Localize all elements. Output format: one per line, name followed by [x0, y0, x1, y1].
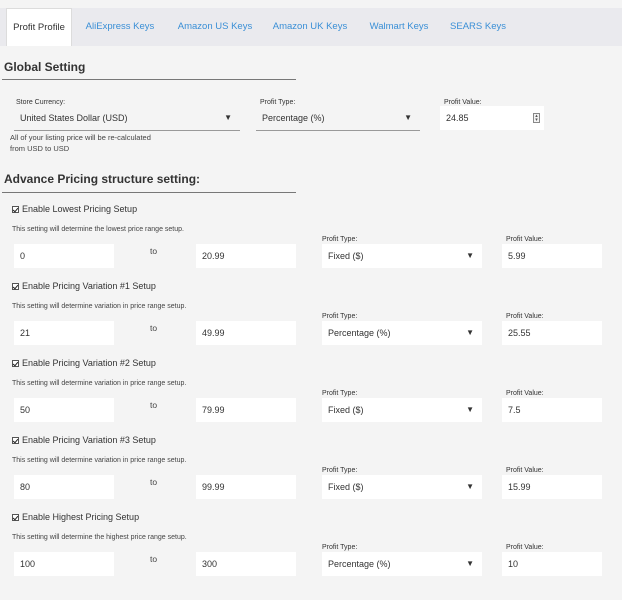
price-to-input[interactable]: 20.99 [196, 244, 296, 268]
price-from-input[interactable]: 0 [14, 244, 114, 268]
to-label: to [150, 477, 158, 487]
global-profit-type-underline [256, 130, 420, 131]
tab-amazon-us-keys[interactable]: Amazon US Keys [172, 8, 258, 46]
price-from-input[interactable]: 21 [14, 321, 114, 345]
checkbox-checked-icon[interactable] [12, 360, 19, 367]
price-from-input[interactable]: 100 [14, 552, 114, 576]
currency-note: All of your listing price will be re-cal… [10, 132, 151, 154]
number-stepper-icon[interactable]: ▴ ▾ [533, 113, 540, 123]
global-profit-type-label: Profit Type: [260, 99, 296, 106]
dropdown-arrow-icon: ▼ [466, 482, 474, 491]
store-currency-value: United States Dollar (USD) [20, 113, 128, 123]
store-currency-select[interactable]: United States Dollar (USD) ▼ [14, 106, 240, 130]
price-to-input[interactable]: 79.99 [196, 398, 296, 422]
global-profit-value-input[interactable]: 24.85 ▴ ▾ [440, 106, 544, 130]
pricing-row-heading: Enable Highest Pricing Setup [22, 512, 140, 522]
row-profit-type-label: Profit Type: [322, 467, 358, 474]
row-profit-type-value: Fixed ($) [328, 405, 364, 415]
row-profit-value-label: Profit Value: [506, 390, 544, 397]
global-profit-value-label: Profit Value: [444, 99, 482, 106]
row-profit-value-input[interactable]: 10 [502, 552, 602, 576]
row-profit-value-input[interactable]: 7.5 [502, 398, 602, 422]
row-profit-type-label: Profit Type: [322, 544, 358, 551]
row-profit-type-value: Fixed ($) [328, 482, 364, 492]
dropdown-arrow-icon: ▼ [224, 113, 232, 122]
currency-note-line1: All of your listing price will be re-cal… [10, 133, 151, 142]
profit-profile-panel: Profit Profile AliExpress Keys Amazon US… [0, 0, 622, 600]
dropdown-arrow-icon: ▼ [404, 113, 412, 122]
price-from-input[interactable]: 50 [14, 398, 114, 422]
global-setting-title: Global Setting [4, 60, 86, 74]
tab-amazon-uk-keys[interactable]: Amazon UK Keys [266, 8, 354, 46]
currency-note-line2: from USD to USD [10, 144, 70, 153]
dropdown-arrow-icon: ▼ [466, 251, 474, 260]
row-profit-type-value: Percentage (%) [328, 328, 391, 338]
price-from-input[interactable]: 80 [14, 475, 114, 499]
checkbox-checked-icon[interactable] [12, 437, 19, 444]
price-to-input[interactable]: 300 [196, 552, 296, 576]
global-profit-type-select[interactable]: Percentage (%) ▼ [256, 106, 420, 130]
tab-profit-profile[interactable]: Profit Profile [6, 8, 72, 46]
tab-walmart-keys[interactable]: Walmart Keys [362, 8, 436, 46]
pricing-row-desc: This setting will determine variation in… [12, 380, 187, 387]
row-profit-value-label: Profit Value: [506, 313, 544, 320]
pricing-row-desc: This setting will determine the lowest p… [12, 226, 184, 233]
row-profit-type-value: Percentage (%) [328, 559, 391, 569]
store-currency-label: Store Currency: [16, 99, 66, 106]
tab-aliexpress-keys[interactable]: AliExpress Keys [80, 8, 160, 46]
tab-sears-keys[interactable]: SEARS Keys [444, 8, 512, 46]
pricing-row-desc: This setting will determine variation in… [12, 457, 187, 464]
checkbox-checked-icon[interactable] [12, 514, 19, 521]
advance-pricing-divider [2, 192, 296, 193]
row-profit-value-label: Profit Value: [506, 467, 544, 474]
price-to-input[interactable]: 99.99 [196, 475, 296, 499]
price-to-input[interactable]: 49.99 [196, 321, 296, 345]
dropdown-arrow-icon: ▼ [466, 328, 474, 337]
pricing-row-checkbox[interactable]: Enable Highest Pricing Setup [12, 512, 139, 522]
pricing-row-heading: Enable Lowest Pricing Setup [22, 204, 138, 214]
row-profit-value-label: Profit Value: [506, 544, 544, 551]
pricing-row-desc: This setting will determine the highest … [12, 534, 187, 541]
to-label: to [150, 554, 158, 564]
dropdown-arrow-icon: ▼ [466, 559, 474, 568]
row-profit-type-select[interactable]: Fixed ($) ▼ [322, 398, 482, 422]
pricing-row-checkbox[interactable]: Enable Pricing Variation #2 Setup [12, 358, 156, 368]
advance-pricing-title: Advance Pricing structure setting: [4, 172, 201, 186]
tab-bar: Profit Profile AliExpress Keys Amazon US… [0, 8, 622, 46]
row-profit-type-label: Profit Type: [322, 313, 358, 320]
store-currency-underline [14, 130, 240, 131]
row-profit-value-input[interactable]: 25.55 [502, 321, 602, 345]
row-profit-value-label: Profit Value: [506, 236, 544, 243]
pricing-row-heading: Enable Pricing Variation #2 Setup [22, 358, 156, 368]
pricing-row-checkbox[interactable]: Enable Pricing Variation #3 Setup [12, 435, 156, 445]
global-setting-divider [2, 79, 296, 80]
pricing-row-heading: Enable Pricing Variation #1 Setup [22, 281, 156, 291]
pricing-row-heading: Enable Pricing Variation #3 Setup [22, 435, 156, 445]
row-profit-type-select[interactable]: Percentage (%) ▼ [322, 552, 482, 576]
pricing-row-checkbox[interactable]: Enable Lowest Pricing Setup [12, 204, 137, 214]
global-profit-type-value: Percentage (%) [262, 113, 325, 123]
to-label: to [150, 400, 158, 410]
to-label: to [150, 323, 158, 333]
row-profit-type-select[interactable]: Fixed ($) ▼ [322, 244, 482, 268]
pricing-row-desc: This setting will determine variation in… [12, 303, 187, 310]
global-profit-value: 24.85 [446, 113, 469, 123]
row-profit-type-select[interactable]: Percentage (%) ▼ [322, 321, 482, 345]
dropdown-arrow-icon: ▼ [466, 405, 474, 414]
row-profit-type-label: Profit Type: [322, 390, 358, 397]
pricing-row-checkbox[interactable]: Enable Pricing Variation #1 Setup [12, 281, 156, 291]
checkbox-checked-icon[interactable] [12, 283, 19, 290]
row-profit-value-input[interactable]: 15.99 [502, 475, 602, 499]
row-profit-type-select[interactable]: Fixed ($) ▼ [322, 475, 482, 499]
row-profit-type-label: Profit Type: [322, 236, 358, 243]
row-profit-type-value: Fixed ($) [328, 251, 364, 261]
to-label: to [150, 246, 158, 256]
checkbox-checked-icon[interactable] [12, 206, 19, 213]
row-profit-value-input[interactable]: 5.99 [502, 244, 602, 268]
